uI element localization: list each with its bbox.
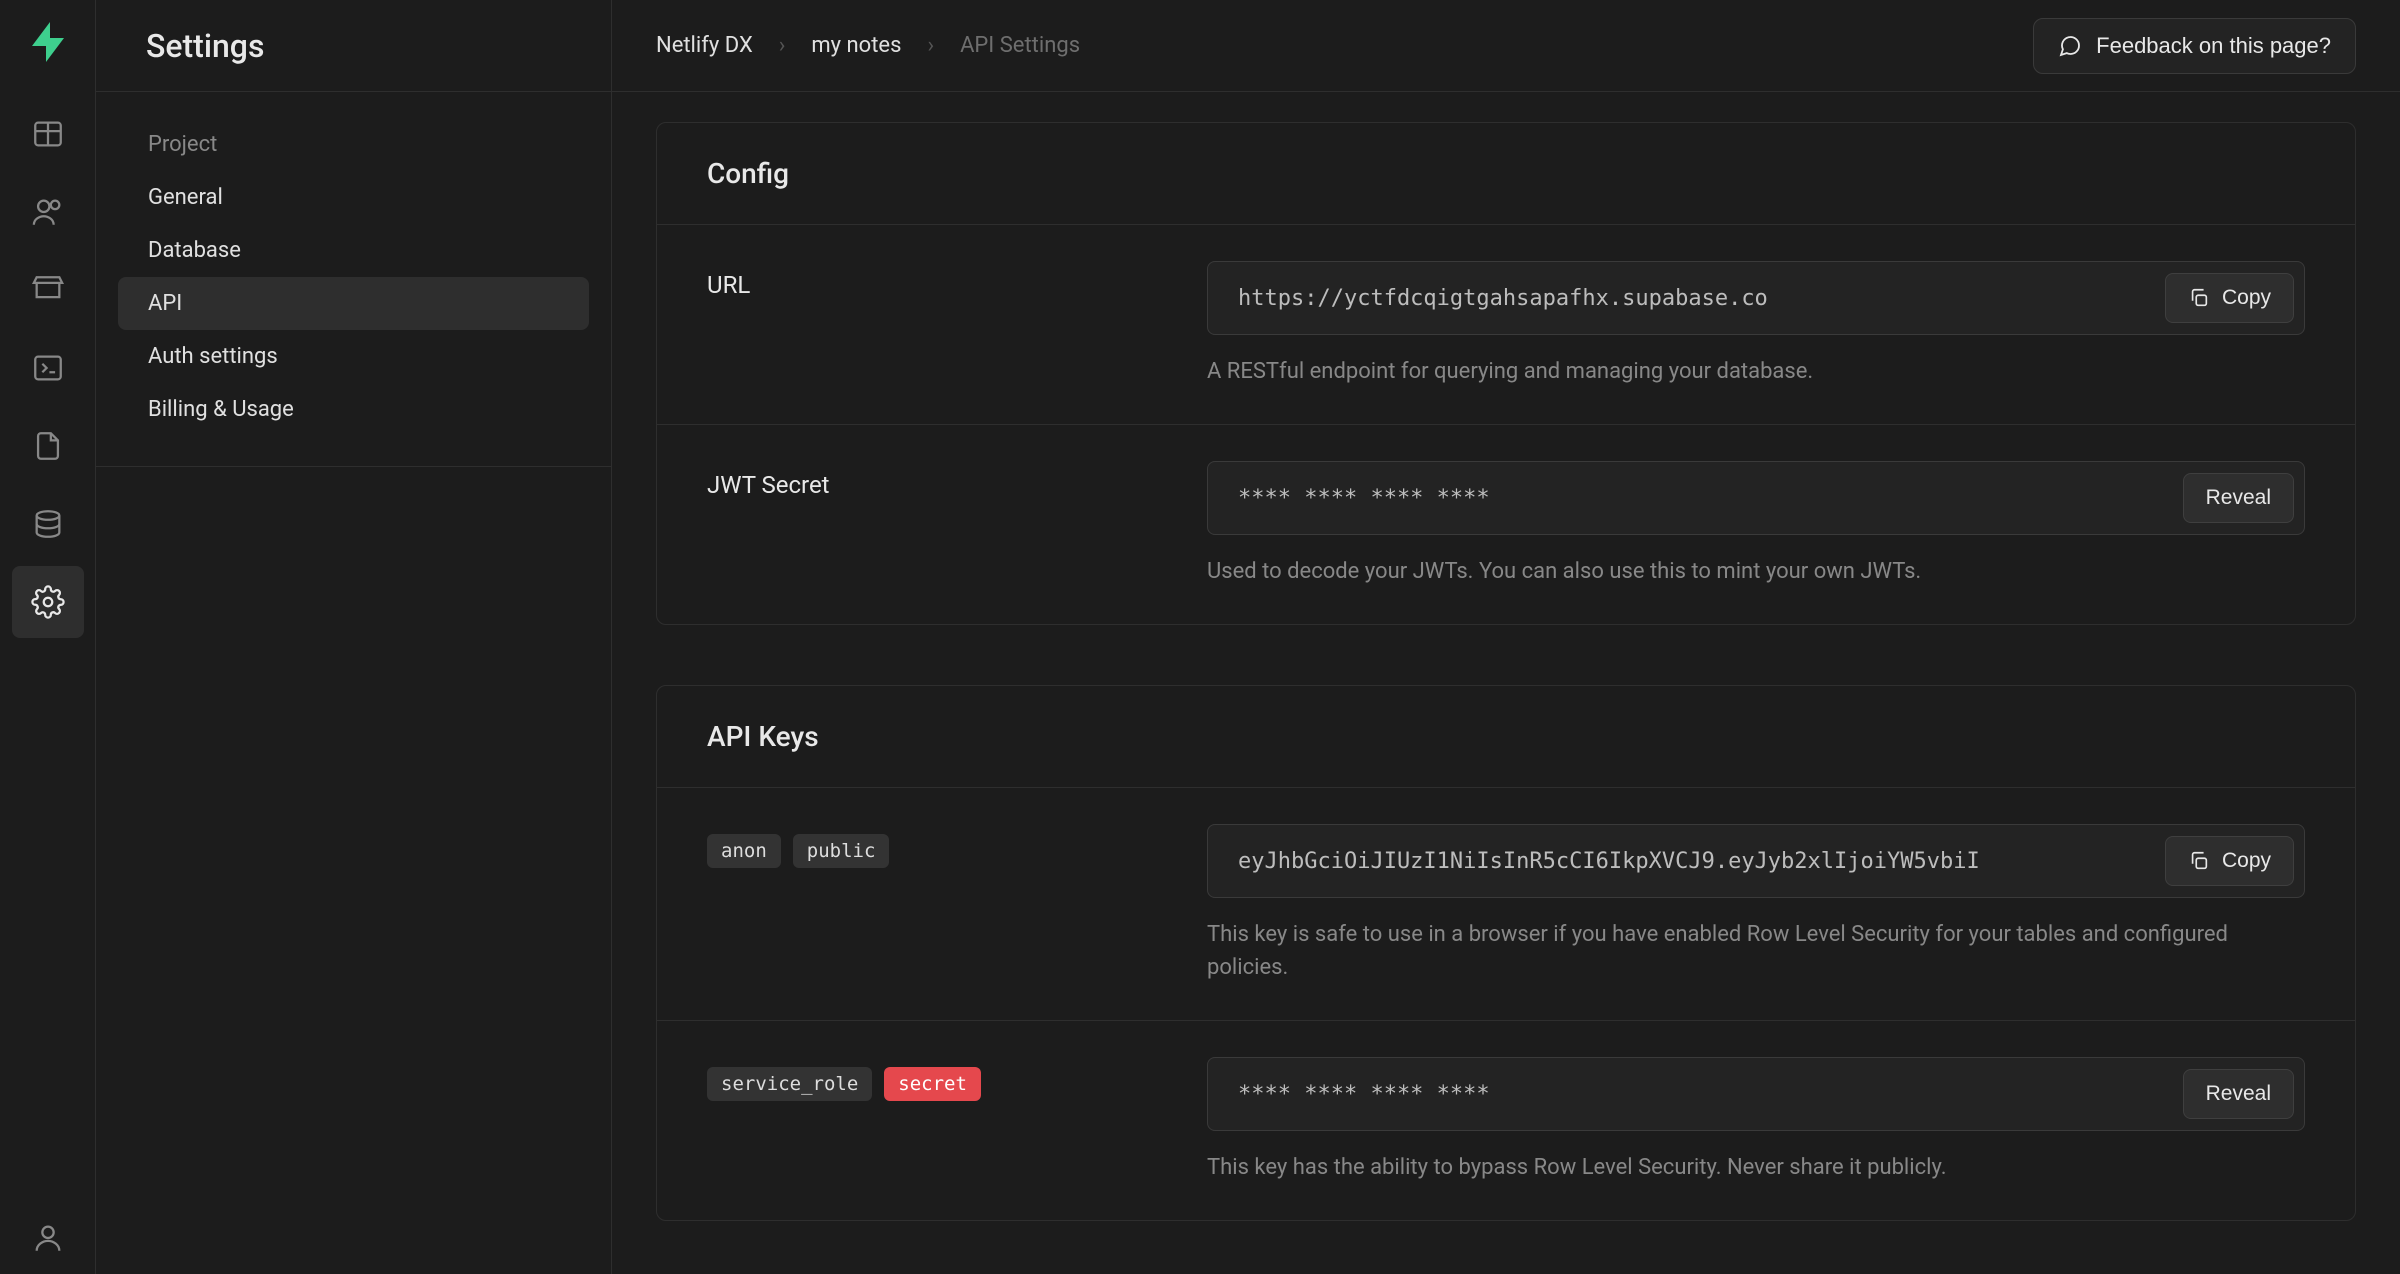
crumb-org[interactable]: Netlify DX <box>656 33 753 58</box>
nav-heading: Project <box>118 122 589 171</box>
rail-settings-icon[interactable] <box>12 566 84 638</box>
jwt-value[interactable]: **** **** **** **** <box>1238 486 2183 511</box>
jwt-field: **** **** **** **** Reveal <box>1207 461 2305 535</box>
rail-docs-icon[interactable] <box>12 410 84 482</box>
nav-api[interactable]: API <box>118 277 589 330</box>
settings-panel: Settings Project General Database API Au… <box>96 0 612 1274</box>
anon-hint: This key is safe to use in a browser if … <box>1207 918 2305 984</box>
reveal-service-button[interactable]: Reveal <box>2183 1069 2294 1119</box>
url-field: https://yctfdcqigtgahsapafhx.supabase.co… <box>1207 261 2305 335</box>
url-label: URL <box>707 261 1207 388</box>
reveal-jwt-button[interactable]: Reveal <box>2183 473 2294 523</box>
chevron-right-icon: › <box>927 33 934 58</box>
content: Config URL https://yctfdcqigtgahsapafhx.… <box>612 92 2400 1274</box>
rail-database-icon[interactable] <box>12 488 84 560</box>
crumb-page: API Settings <box>960 33 1080 58</box>
secret-tag: secret <box>884 1067 981 1101</box>
config-jwt-row: JWT Secret **** **** **** **** Reveal Us… <box>657 425 2355 624</box>
topbar: Netlify DX › my notes › API Settings Fee… <box>612 0 2400 92</box>
anon-value[interactable]: eyJhbGciOiJIUzI1NiIsInR5cCI6IkpXVCJ9.eyJ… <box>1238 849 2165 874</box>
copy-url-button[interactable]: Copy <box>2165 273 2294 323</box>
rail-auth-icon[interactable] <box>12 176 84 248</box>
config-card: Config URL https://yctfdcqigtgahsapafhx.… <box>656 122 2356 625</box>
nav-database[interactable]: Database <box>118 224 589 277</box>
anon-tag: anon <box>707 834 781 868</box>
copy-anon-button[interactable]: Copy <box>2165 836 2294 886</box>
url-hint: A RESTful endpoint for querying and mana… <box>1207 355 2305 388</box>
chevron-right-icon: › <box>779 33 786 58</box>
page-title: Settings <box>96 0 611 92</box>
public-tag: public <box>793 834 890 868</box>
feedback-button[interactable]: Feedback on this page? <box>2033 18 2356 74</box>
rail-table-icon[interactable] <box>12 98 84 170</box>
main: Netlify DX › my notes › API Settings Fee… <box>612 0 2400 1274</box>
apikeys-title: API Keys <box>657 686 2355 788</box>
jwt-label: JWT Secret <box>707 461 1207 588</box>
anon-row: anon public eyJhbGciOiJIUzI1NiIsInR5cCI6… <box>657 788 2355 1021</box>
logo <box>24 18 72 66</box>
copy-icon <box>2188 850 2210 872</box>
anon-field: eyJhbGciOiJIUzI1NiIsInR5cCI6IkpXVCJ9.eyJ… <box>1207 824 2305 898</box>
rail-storage-icon[interactable] <box>12 254 84 326</box>
rail-sql-icon[interactable] <box>12 332 84 404</box>
service-role-tag: service_role <box>707 1067 872 1101</box>
service-field: **** **** **** **** Reveal <box>1207 1057 2305 1131</box>
url-value[interactable]: https://yctfdcqigtgahsapafhx.supabase.co <box>1238 286 2165 311</box>
copy-icon <box>2188 287 2210 309</box>
jwt-hint: Used to decode your JWTs. You can also u… <box>1207 555 2305 588</box>
config-title: Config <box>657 123 2355 225</box>
icon-rail <box>0 0 96 1274</box>
service-row: service_role secret **** **** **** **** … <box>657 1021 2355 1220</box>
chat-icon <box>2058 34 2082 58</box>
nav-auth[interactable]: Auth settings <box>118 330 589 383</box>
nav-general[interactable]: General <box>118 171 589 224</box>
service-value[interactable]: **** **** **** **** <box>1238 1082 2183 1107</box>
config-url-row: URL https://yctfdcqigtgahsapafhx.supabas… <box>657 225 2355 425</box>
feedback-label: Feedback on this page? <box>2096 33 2331 59</box>
nav-billing[interactable]: Billing & Usage <box>118 383 589 436</box>
apikeys-card: API Keys anon public eyJhbGciOiJIUzI1NiI… <box>656 685 2356 1221</box>
crumb-project[interactable]: my notes <box>811 33 901 58</box>
service-hint: This key has the ability to bypass Row L… <box>1207 1151 2305 1184</box>
rail-user-icon[interactable] <box>12 1202 84 1274</box>
breadcrumb: Netlify DX › my notes › API Settings <box>656 33 1080 58</box>
